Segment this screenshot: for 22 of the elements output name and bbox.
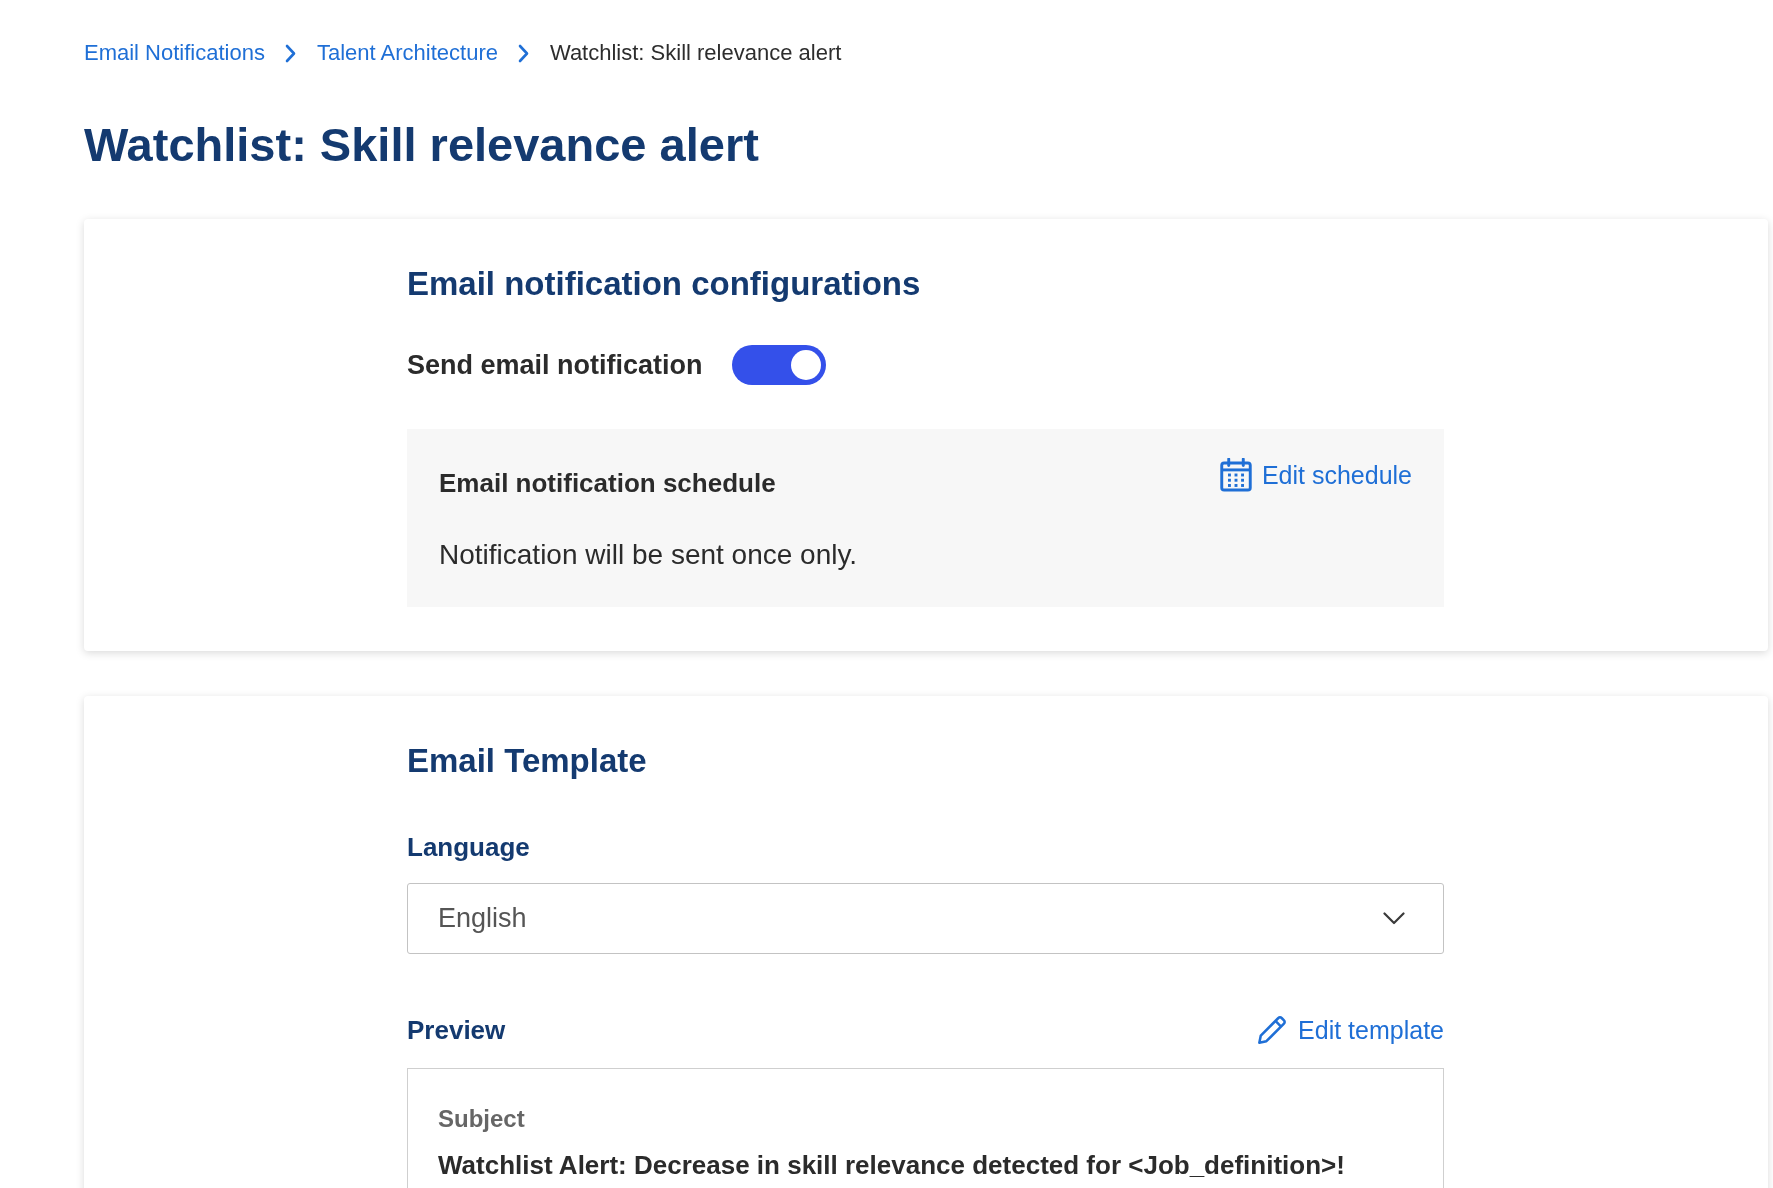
language-label: Language	[407, 831, 530, 863]
schedule-description: Notification will be sent once only.	[439, 539, 858, 571]
preview-label: Preview	[407, 1014, 506, 1046]
subject-text: Watchlist Alert: Decrease in skill relevance detected for <Job_definition>!	[438, 1150, 1345, 1180]
subject-label: Subject	[438, 1105, 525, 1133]
chevron-down-icon	[1383, 912, 1405, 925]
pencil-icon	[1256, 1013, 1289, 1047]
toggle-label: Send email notification	[407, 349, 703, 381]
section-heading: Email notification configurations	[407, 265, 921, 303]
edit-template-link[interactable]: Edit template	[1256, 1013, 1444, 1047]
breadcrumb-link[interactable]: Talent Architecture	[316, 40, 498, 66]
page-title: Watchlist: Skill relevance alert	[84, 117, 759, 173]
breadcrumb-link[interactable]: Email Notifications	[84, 40, 265, 66]
calendar-icon	[1219, 458, 1252, 492]
breadcrumb-current: Watchlist: Skill relevance alert	[549, 40, 842, 66]
edit-schedule-link[interactable]: Edit schedule	[1219, 458, 1412, 492]
chevron-right-icon	[284, 43, 296, 63]
schedule-heading: Email notification schedule	[439, 467, 776, 499]
language-select[interactable]: English	[407, 883, 1444, 954]
section-heading: Email Template	[407, 742, 647, 780]
chevron-right-icon	[517, 43, 529, 63]
toggle-switch[interactable]	[731, 345, 826, 385]
